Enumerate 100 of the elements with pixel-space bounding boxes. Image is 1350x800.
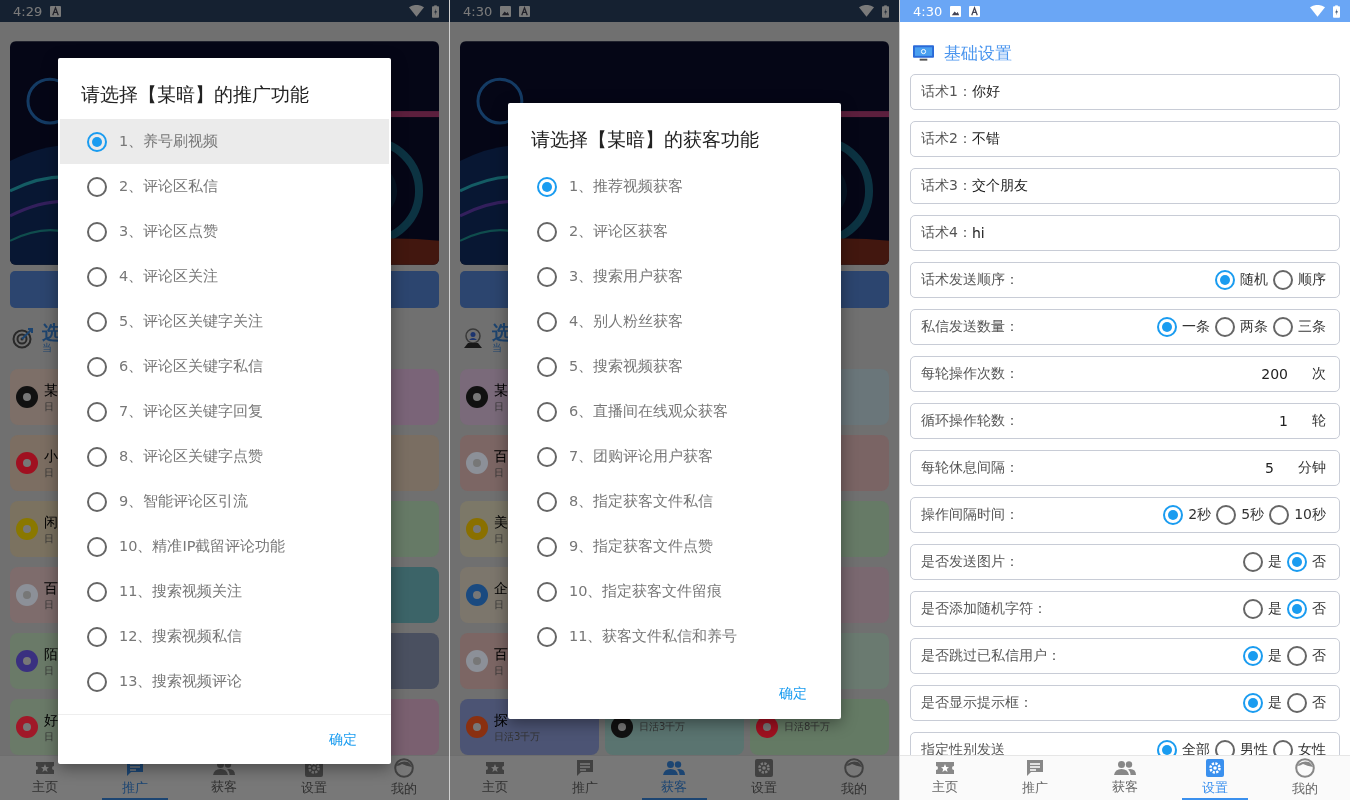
input-field[interactable]: 你好 — [971, 83, 1326, 101]
setting-label: 话术1： — [921, 83, 972, 101]
option-item[interactable]: 5、评论区关键字关注 — [60, 299, 389, 344]
option-item[interactable]: 1、养号刷视频 — [60, 119, 389, 164]
nav-tab[interactable]: 主页 — [462, 756, 528, 800]
radio-button[interactable] — [87, 581, 107, 602]
radio-button[interactable] — [87, 626, 107, 647]
nav-tab[interactable]: 主页 — [912, 756, 978, 800]
radio-button[interactable] — [1287, 552, 1307, 572]
radio-button[interactable] — [1287, 646, 1307, 666]
option-item[interactable]: 8、指定获客文件私信 — [510, 479, 839, 524]
radio-button[interactable] — [1273, 317, 1293, 337]
option-item[interactable]: 12、搜索视频私信 — [60, 614, 389, 659]
option-item[interactable]: 13、搜索视频评论 — [60, 659, 389, 704]
radio-button[interactable] — [87, 401, 107, 422]
radio-button[interactable] — [537, 401, 557, 422]
nav-tab[interactable]: 设置 — [1182, 756, 1248, 800]
radio-button[interactable] — [1216, 505, 1237, 525]
radio-button[interactable] — [87, 671, 107, 692]
option-item[interactable]: 10、指定获客文件留痕 — [510, 569, 839, 614]
option-item[interactable]: 4、别人粉丝获客 — [510, 299, 839, 344]
option-item[interactable]: 11、搜索视频关注 — [60, 569, 389, 614]
option-item[interactable]: 2、评论区获客 — [510, 209, 839, 254]
nav-tab[interactable]: 获客 — [1092, 756, 1158, 800]
option-item[interactable]: 4、评论区关注 — [60, 254, 389, 299]
radio-label: 是 — [1268, 647, 1282, 665]
option-item[interactable]: 6、直播间在线观众获客 — [510, 389, 839, 434]
radio-label: 女性 — [1298, 741, 1326, 755]
radio-button[interactable] — [537, 536, 557, 557]
radio-button[interactable] — [1287, 693, 1307, 713]
radio-button[interactable] — [537, 176, 557, 197]
nav-tab[interactable]: 推广 — [1002, 756, 1068, 800]
option-item[interactable]: 6、评论区关键字私信 — [60, 344, 389, 389]
radio-button[interactable] — [1243, 693, 1263, 713]
radio-button[interactable] — [87, 536, 107, 557]
nav-tab[interactable]: 推广 — [551, 756, 618, 800]
option-item[interactable]: 7、评论区关键字回复 — [60, 389, 389, 434]
radio-button[interactable] — [537, 626, 557, 647]
number-field[interactable]: 1 — [1279, 413, 1288, 429]
radio-button[interactable] — [1243, 646, 1263, 666]
nav-tab[interactable]: 我的 — [1272, 756, 1338, 800]
wifi-icon — [1310, 5, 1325, 17]
unit-label: 轮 — [1312, 412, 1326, 430]
radio-button[interactable] — [87, 131, 107, 152]
option-item[interactable]: 9、智能评论区引流 — [60, 479, 389, 524]
confirm-button[interactable]: 确定 — [325, 726, 361, 753]
number-field[interactable]: 5 — [1265, 460, 1274, 476]
app-name: 百 — [494, 447, 508, 464]
number-field[interactable]: 200 — [1261, 366, 1288, 382]
text-notification-icon — [50, 5, 62, 17]
nav-tab[interactable]: 我的 — [821, 756, 887, 800]
radio-label: 一条 — [1182, 318, 1210, 336]
radio-button[interactable] — [1273, 270, 1293, 290]
option-item[interactable]: 8、评论区关键字点赞 — [60, 434, 389, 479]
ticket-icon — [35, 760, 54, 776]
option-item[interactable]: 10、精准IP截留评论功能 — [60, 524, 389, 569]
ticket-icon — [485, 760, 504, 776]
radio-label: 顺序 — [1298, 271, 1326, 289]
option-item[interactable]: 1、推荐视频获客 — [510, 164, 839, 209]
radio-button[interactable] — [1269, 505, 1290, 525]
radio-button[interactable] — [537, 491, 557, 512]
setting-label: 私信发送数量： — [921, 318, 1019, 336]
radio-button[interactable] — [537, 311, 557, 332]
radio-button[interactable] — [537, 266, 557, 287]
radio-button[interactable] — [1243, 552, 1263, 572]
radio-button[interactable] — [1215, 270, 1235, 290]
nav-tab[interactable]: 我的 — [371, 756, 437, 800]
radio-button[interactable] — [87, 446, 107, 467]
option-item[interactable]: 7、团购评论用户获客 — [510, 434, 839, 479]
radio-button[interactable] — [537, 221, 557, 242]
input-field[interactable]: 交个朋友 — [971, 177, 1326, 195]
radio-button[interactable] — [537, 356, 557, 377]
radio-button[interactable] — [87, 266, 107, 287]
radio-button[interactable] — [1163, 505, 1184, 525]
radio-button[interactable] — [87, 356, 107, 377]
radio-button[interactable] — [537, 446, 557, 467]
option-item[interactable]: 3、搜索用户获客 — [510, 254, 839, 299]
radio-button[interactable] — [1287, 599, 1307, 619]
status-time: 4:30 — [463, 3, 493, 19]
input-field[interactable]: 不错 — [971, 130, 1326, 148]
option-item[interactable]: 11、获客文件私信和养号 — [510, 614, 839, 659]
option-item[interactable]: 3、评论区点赞 — [60, 209, 389, 254]
wifi-icon — [409, 5, 424, 17]
option-item[interactable]: 2、评论区私信 — [60, 164, 389, 209]
option-item[interactable]: 9、指定获客文件点赞 — [510, 524, 839, 569]
nav-tab[interactable]: 设置 — [731, 756, 798, 800]
option-item[interactable]: 5、搜索视频获客 — [510, 344, 839, 389]
radio-button[interactable] — [87, 491, 107, 512]
input-field[interactable]: hi — [971, 225, 1326, 241]
radio-label: 三条 — [1298, 318, 1326, 336]
radio-button[interactable] — [87, 221, 107, 242]
radio-button[interactable] — [1243, 599, 1263, 619]
radio-button[interactable] — [1157, 317, 1177, 337]
radio-label: 两条 — [1240, 318, 1268, 336]
radio-button[interactable] — [537, 581, 557, 602]
setting-label: 话术4： — [921, 224, 972, 242]
radio-button[interactable] — [1215, 317, 1235, 337]
setting-label: 话术发送顺序： — [921, 271, 1019, 289]
radio-button[interactable] — [87, 176, 107, 197]
radio-button[interactable] — [87, 311, 107, 332]
